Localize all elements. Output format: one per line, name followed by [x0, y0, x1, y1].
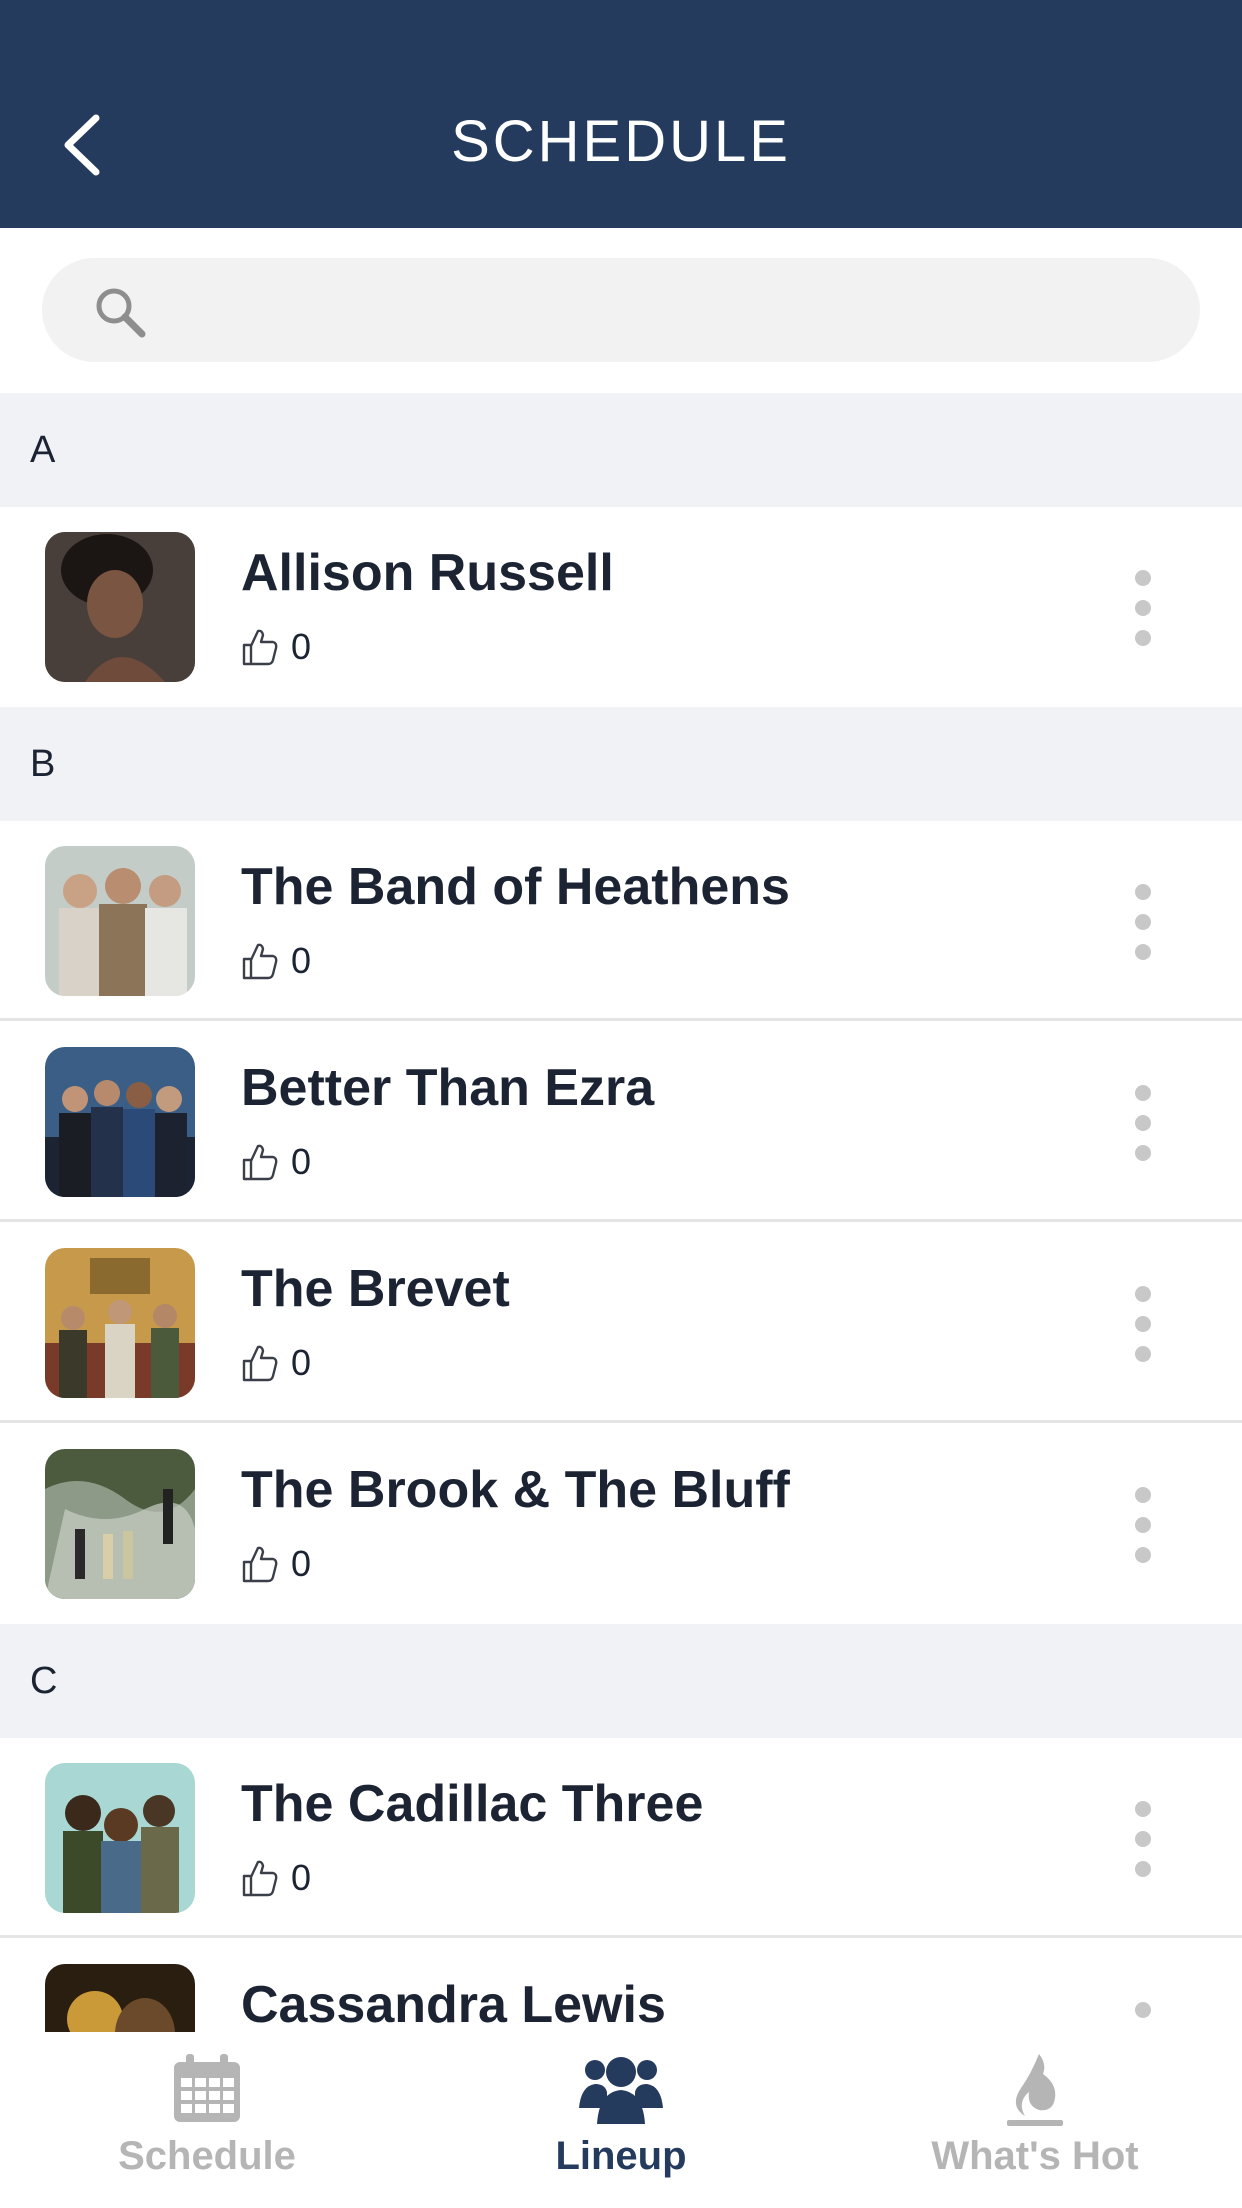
artist-name: The Cadillac Three: [241, 1775, 704, 1833]
thumbs-up-icon: [242, 629, 278, 666]
artist-name: The Brevet: [241, 1260, 510, 1318]
artist-name: Allison Russell: [241, 544, 614, 602]
tab-label: Lineup: [555, 2134, 687, 2178]
thumbs-up-icon: [242, 1144, 278, 1181]
thumbs-up-icon: [242, 1860, 278, 1897]
more-options-icon[interactable]: [1118, 1798, 1168, 1880]
calendar-icon: [174, 2054, 240, 2122]
like-count: 0: [291, 1857, 312, 1898]
tab-label: Schedule: [118, 2134, 296, 2178]
artist-name: The Brook & The Bluff: [241, 1461, 790, 1519]
thumbs-up-icon: [242, 1546, 278, 1583]
more-options-icon[interactable]: [1118, 1283, 1168, 1365]
section-letter: C: [30, 1660, 58, 1702]
search-bar: [0, 228, 1242, 393]
artist-row[interactable]: Better Than Ezra 0: [0, 1022, 1242, 1222]
artist-photo: [45, 1763, 195, 1913]
people-icon: [579, 2057, 663, 2124]
like-count: 0: [291, 626, 312, 667]
like-counter[interactable]: 0: [241, 1140, 311, 1184]
artist-row[interactable]: The Brevet 0: [0, 1223, 1242, 1423]
section-letter: A: [30, 429, 56, 471]
like-count: 0: [291, 1543, 312, 1584]
artist-row[interactable]: Allison Russell 0: [0, 507, 1242, 707]
artist-name: The Band of Heathens: [241, 858, 790, 916]
bottom-tab-bar: Schedule Lineup What's Hot: [0, 2032, 1242, 2208]
flame-icon: [1007, 2054, 1063, 2126]
page-title: SCHEDULE: [451, 109, 791, 174]
tab-lineup[interactable]: Lineup: [414, 2032, 828, 2208]
like-counter[interactable]: 0: [241, 1856, 311, 1900]
section-header-b: B: [0, 707, 1242, 821]
like-counter[interactable]: 0: [241, 625, 311, 669]
tab-label: What's Hot: [931, 2134, 1139, 2178]
like-counter[interactable]: 0: [241, 939, 311, 983]
artist-photo: [45, 1248, 195, 1398]
section-letter: B: [30, 743, 56, 785]
more-options-icon[interactable]: [1118, 1082, 1168, 1164]
artist-row[interactable]: The Brook & The Bluff 0: [0, 1424, 1242, 1624]
more-options-icon[interactable]: [1118, 1484, 1168, 1566]
section-header-a: A: [0, 393, 1242, 507]
more-options-icon[interactable]: [1118, 881, 1168, 963]
artist-row[interactable]: The Cadillac Three 0: [0, 1738, 1242, 1938]
like-count: 0: [291, 1342, 312, 1383]
like-count: 0: [291, 1141, 312, 1182]
app-header: SCHEDULE: [0, 0, 1242, 228]
artist-photo: [45, 1449, 195, 1599]
artist-name: Better Than Ezra: [241, 1059, 655, 1117]
thumbs-up-icon: [242, 1345, 278, 1382]
artist-row[interactable]: The Band of Heathens 0: [0, 821, 1242, 1021]
like-counter[interactable]: 0: [241, 1542, 311, 1586]
like-count: 0: [291, 940, 312, 981]
search-input[interactable]: [42, 258, 1200, 362]
section-header-c: C: [0, 1624, 1242, 1738]
thumbs-up-icon: [242, 943, 278, 980]
artist-name: Cassandra Lewis: [241, 1976, 666, 2034]
tab-whats-hot[interactable]: What's Hot: [828, 2032, 1242, 2208]
tab-schedule[interactable]: Schedule: [0, 2032, 414, 2208]
artist-photo: [45, 846, 195, 996]
more-options-icon[interactable]: [1118, 567, 1168, 649]
artist-photo: [45, 1047, 195, 1197]
like-counter[interactable]: 0: [241, 1341, 311, 1385]
artist-photo: [45, 532, 195, 682]
